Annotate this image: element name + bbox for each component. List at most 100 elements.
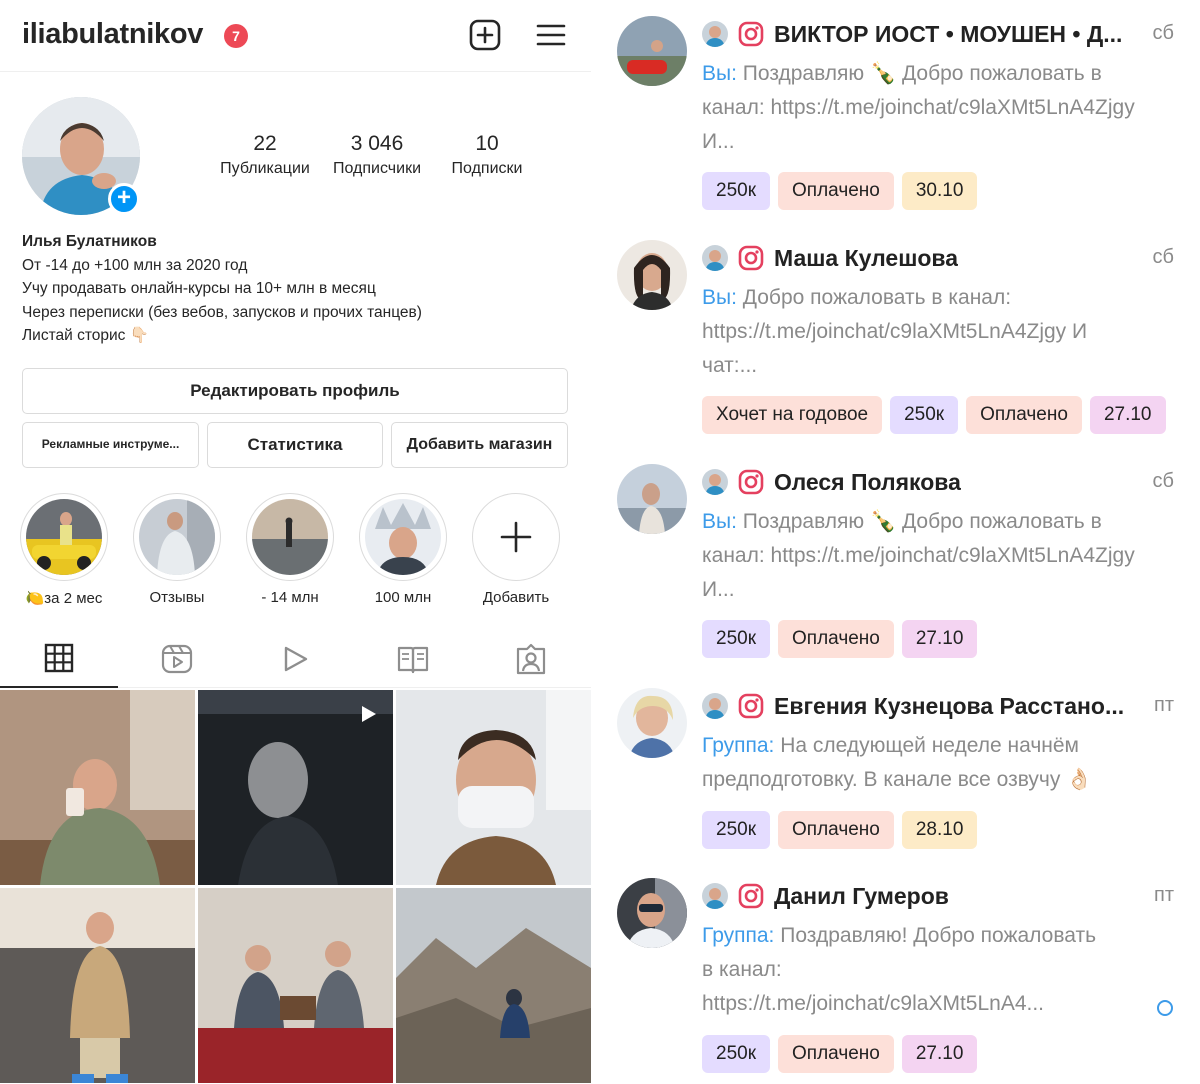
chat-tag[interactable]: 28.10	[901, 811, 978, 849]
bio-line: От -14 до +100 млн за 2020 год	[22, 256, 248, 274]
chat-avatar	[617, 240, 687, 310]
post-thumbnail[interactable]	[0, 888, 195, 1083]
chat-tag[interactable]: Хочет на годовое	[702, 396, 883, 434]
chat-tag[interactable]: Оплачено	[778, 811, 894, 849]
chat-preview: Группа: Поздравляю! Добро пожаловать в к…	[702, 919, 1102, 1021]
chat-title-row: Данил Гумеров	[702, 879, 949, 913]
profile-tabs	[0, 630, 591, 688]
chat-tag[interactable]: 30.10	[901, 172, 978, 210]
highlight-cover-image	[26, 499, 102, 575]
new-post-icon[interactable]	[468, 18, 502, 52]
chat-tag[interactable]: 27.10	[901, 620, 978, 658]
chat-day: пт	[1154, 694, 1174, 716]
tab-reels[interactable]	[118, 630, 236, 688]
stat-label: Подписчики	[332, 160, 421, 177]
chat-name: Маша Кулешова	[774, 244, 959, 271]
chat-tag[interactable]: 27.10	[901, 1035, 978, 1073]
chat-title-row: Олеся Полякова	[702, 465, 961, 499]
highlight-item[interactable]: Отзывы	[133, 493, 221, 606]
profile-header: iliabulatnikov 7	[0, 0, 591, 72]
manager-avatar	[702, 469, 728, 495]
chat-title-row: Маша Кулешова	[702, 241, 958, 275]
add-story-plus-icon[interactable]: +	[108, 183, 140, 215]
add-highlight[interactable]: Добавить	[472, 493, 560, 606]
highlight-label: 100 млн	[374, 589, 432, 606]
instagram-profile-panel: iliabulatnikov 7 + 22 Публикации 3 046 П…	[0, 0, 591, 1084]
post-thumbnail[interactable]	[396, 888, 591, 1083]
chat-name: Данил Гумеров	[774, 882, 949, 909]
posts-grid	[0, 690, 591, 1084]
chat-name: Олеся Полякова	[774, 468, 961, 495]
post-thumbnail[interactable]	[0, 690, 195, 885]
chat-tag[interactable]: 250к	[890, 396, 959, 434]
highlight-label: - 14 млн	[261, 589, 319, 606]
tab-grid[interactable]	[0, 630, 118, 688]
edit-profile-button[interactable]: Редактировать профиль	[22, 368, 568, 414]
chat-preview: Вы: Поздравляю 🍾 Добро пожаловать в кана…	[702, 505, 1147, 607]
chat-tag[interactable]: 250к	[702, 620, 771, 658]
stat-posts[interactable]: 22 Публикации	[210, 132, 320, 178]
manager-avatar	[702, 245, 728, 271]
profile-username[interactable]: iliabulatnikov	[22, 18, 203, 51]
chat-title-row: Евгения Кузнецова Расстано...	[702, 689, 1124, 723]
chat-tag[interactable]: Оплачено	[966, 396, 1082, 434]
plus-icon	[500, 521, 532, 553]
stat-following[interactable]: 10 Подписки	[432, 132, 542, 178]
highlight-item[interactable]: 🍋за 2 мес	[20, 493, 108, 607]
tab-guides[interactable]	[354, 630, 472, 688]
instagram-icon	[738, 245, 764, 271]
chat-tags: 250к Оплачено 30.10	[702, 172, 978, 210]
chat-tag[interactable]: 250к	[702, 172, 771, 210]
chat-tags: Хочет на годовое 250к Оплачено 27.10	[702, 396, 1166, 434]
hamburger-menu-icon[interactable]	[536, 20, 566, 50]
post-thumbnail[interactable]	[396, 690, 591, 885]
stat-value: 10	[475, 132, 499, 155]
stat-label: Публикации	[220, 160, 310, 177]
chat-item[interactable]: Данил Гумеров пт Группа: Поздравляю! Доб…	[600, 862, 1200, 1084]
chat-preview: Группа: На следующей неделе начнём предп…	[702, 729, 1147, 797]
telegram-chat-list: ВИКТОР ИОСТ • МОУШЕН • Д... сб Вы: Поздр…	[600, 0, 1200, 1084]
chat-tags: 250к Оплачено 27.10	[702, 620, 978, 658]
highlight-cover-image	[139, 499, 215, 575]
ad-tools-button[interactable]: Рекламные инструме...	[22, 422, 199, 468]
tab-tagged[interactable]	[472, 630, 590, 688]
message-sender: Группа:	[702, 924, 775, 947]
post-thumbnail[interactable]	[198, 690, 393, 885]
instagram-icon	[738, 21, 764, 47]
highlight-label: Добавить	[482, 589, 550, 606]
chat-tag[interactable]: 250к	[702, 1035, 771, 1073]
chat-item[interactable]: Олеся Полякова сб Вы: Поздравляю 🍾 Добро…	[600, 448, 1200, 672]
bio-line: Учу продавать онлайн-курсы на 10+ млн в …	[22, 280, 376, 297]
chat-item[interactable]: ВИКТОР ИОСТ • МОУШЕН • Д... сб Вы: Поздр…	[600, 0, 1200, 224]
add-shop-button[interactable]: Добавить магазин	[391, 422, 568, 468]
chat-item[interactable]: Евгения Кузнецова Расстано... пт Группа:…	[600, 672, 1200, 862]
chat-tag[interactable]: Оплачено	[778, 1035, 894, 1073]
chat-avatar	[617, 464, 687, 534]
profile-avatar-wrapper[interactable]: +	[22, 97, 140, 215]
chat-day: сб	[1152, 470, 1174, 492]
chat-preview: Вы: Поздравляю 🍾 Добро пожаловать в кана…	[702, 57, 1147, 159]
chat-day: сб	[1152, 22, 1174, 44]
stat-value: 3 046	[350, 132, 404, 155]
chat-name: Евгения Кузнецова Расстано...	[774, 692, 1125, 719]
message-sender: Вы:	[702, 510, 737, 533]
unread-status-icon	[1157, 1000, 1173, 1016]
highlight-item[interactable]: - 14 млн	[246, 493, 334, 606]
manager-avatar	[702, 21, 728, 47]
manager-avatar	[702, 693, 728, 719]
chat-avatar	[617, 688, 687, 758]
post-thumbnail[interactable]	[198, 888, 393, 1083]
chat-item[interactable]: Маша Кулешова сб Вы: Добро пожаловать в …	[600, 224, 1200, 448]
instagram-icon	[738, 469, 764, 495]
chat-tag[interactable]: 27.10	[1089, 396, 1166, 434]
statistics-button[interactable]: Статистика	[207, 422, 383, 468]
stat-followers[interactable]: 3 046 Подписчики	[322, 132, 432, 178]
chat-day: сб	[1152, 246, 1174, 268]
profile-bio: Илья Булатников От -14 до +100 млн за 20…	[22, 230, 582, 348]
tab-video[interactable]	[236, 630, 354, 688]
notification-badge[interactable]: 7	[224, 24, 248, 48]
chat-tag[interactable]: 250к	[702, 811, 771, 849]
chat-tag[interactable]: Оплачено	[778, 172, 894, 210]
highlight-item[interactable]: 100 млн	[359, 493, 447, 606]
chat-tag[interactable]: Оплачено	[778, 620, 894, 658]
